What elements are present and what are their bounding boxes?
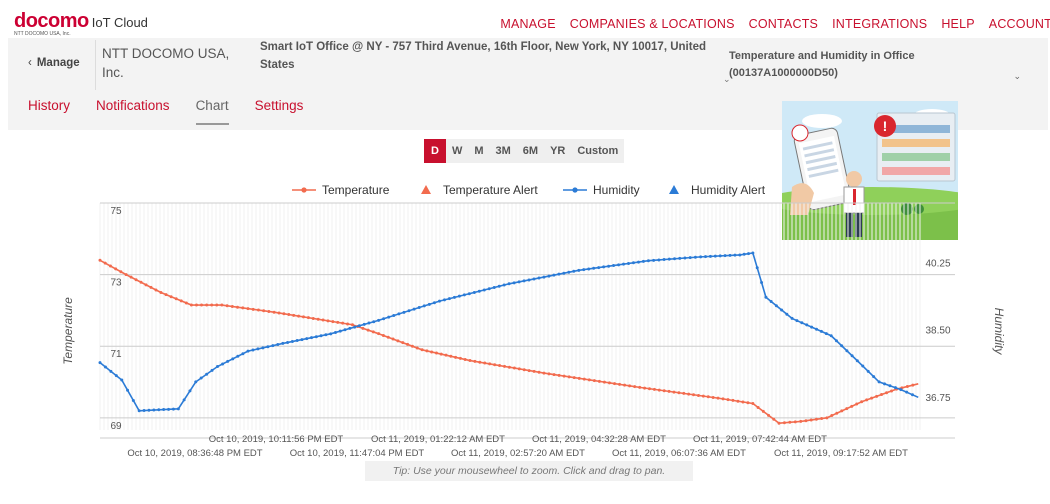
x-tick-label: Oct 11, 2019, 01:22:12 AM EDT xyxy=(371,434,505,445)
y-left-tick-label: 75 xyxy=(110,206,122,217)
x-tick-label: Oct 10, 2019, 10:11:56 PM EDT xyxy=(209,434,344,445)
x-tick-label: Oct 11, 2019, 09:17:52 AM EDT xyxy=(774,448,908,459)
temperature-humidity-chart[interactable]: 75 73 71 69 40.25 38.50 36.75 Temperature Humidi… xyxy=(0,0,1050,504)
x-tick-label: Oct 11, 2019, 06:07:36 AM EDT xyxy=(612,448,746,459)
legend-label: Humidity xyxy=(593,183,640,197)
x-tick-label: Oct 11, 2019, 04:32:28 AM EDT xyxy=(532,434,666,445)
y-left-axis-title: Temperature xyxy=(61,297,75,365)
legend-label: Temperature xyxy=(322,183,390,197)
legend-swatch-marker xyxy=(301,187,307,193)
x-tick-label: Oct 11, 2019, 02:57:20 AM EDT xyxy=(451,448,585,459)
y-left-tick-label: 69 xyxy=(110,421,122,432)
x-tick-label: Oct 11, 2019, 07:42:44 AM EDT xyxy=(693,434,827,445)
chart-grid-vertical xyxy=(99,203,921,430)
y-right-tick-label: 40.25 xyxy=(925,258,950,269)
x-tick-label: Oct 10, 2019, 11:47:04 PM EDT xyxy=(290,448,425,459)
y-right-axis-title: Humidity xyxy=(992,308,1006,356)
legend-swatch-marker xyxy=(572,187,578,193)
legend-label: Temperature Alert xyxy=(443,183,538,197)
y-left-tick-label: 73 xyxy=(110,278,122,289)
legend-label: Humidity Alert xyxy=(691,183,766,197)
legend-swatch-triangle xyxy=(669,185,679,194)
y-left-tick-label: 71 xyxy=(110,349,122,360)
legend-swatch-triangle xyxy=(421,185,431,194)
y-right-tick-label: 38.50 xyxy=(925,326,950,337)
chart-tip: Tip: Use your mousewheel to zoom. Click … xyxy=(365,461,693,481)
x-tick-label: Oct 10, 2019, 08:36:48 PM EDT xyxy=(127,448,262,459)
y-right-tick-label: 36.75 xyxy=(925,393,950,404)
